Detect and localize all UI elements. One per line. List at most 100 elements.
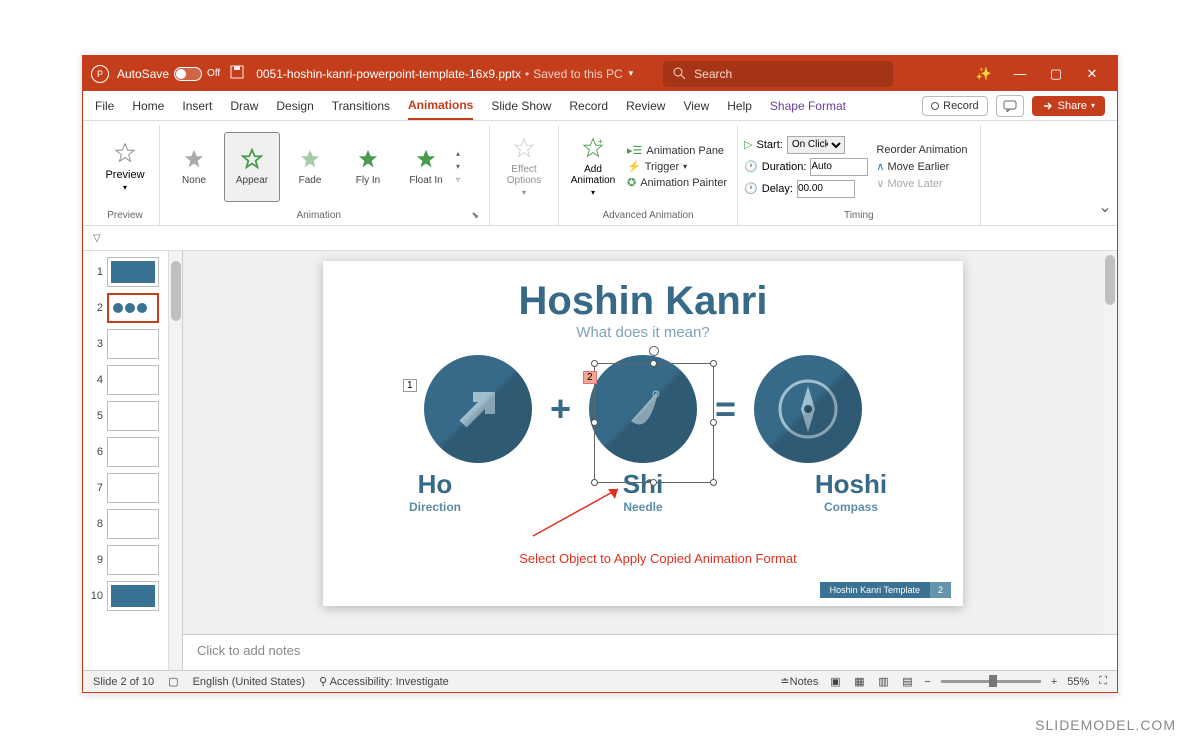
accessibility-indicator[interactable]: ⚲ Accessibility: Investigate <box>319 675 449 688</box>
autosave-toggle[interactable]: AutoSave Off <box>117 67 220 81</box>
move-earlier-button[interactable]: ∧ Move Earlier <box>876 160 967 173</box>
resize-handle[interactable] <box>710 419 717 426</box>
notes-pane[interactable]: Click to add notes <box>183 634 1117 670</box>
normal-view-icon[interactable]: ▣ <box>828 675 842 689</box>
thumb-10[interactable] <box>107 581 159 611</box>
close-button[interactable]: ✕ <box>1075 60 1109 88</box>
tab-file[interactable]: File <box>95 93 114 119</box>
clock-icon: 🕐 <box>744 182 758 195</box>
thumb-6[interactable] <box>107 437 159 467</box>
chevron-down-icon[interactable]: ▾ <box>629 68 634 79</box>
editor-scrollbar[interactable] <box>1103 251 1117 634</box>
autosave-label: AutoSave <box>117 67 169 81</box>
resize-handle[interactable] <box>591 360 598 367</box>
tab-shape-format[interactable]: Shape Format <box>770 93 846 119</box>
resize-handle[interactable] <box>710 479 717 486</box>
anim-appear[interactable]: Appear <box>224 132 280 202</box>
search-box[interactable] <box>663 61 893 87</box>
language-indicator[interactable]: English (United States) <box>193 676 306 688</box>
animation-pane-button[interactable]: ▸☰Animation Pane <box>627 144 727 157</box>
toggle-switch[interactable] <box>174 67 202 81</box>
thumb-4[interactable] <box>107 365 159 395</box>
slide-editor[interactable]: Hoshin Kanri What does it mean? + = <box>183 251 1117 634</box>
collapse-ribbon-icon[interactable]: ⌄ <box>1095 197 1115 221</box>
group-preview-label: Preview <box>97 208 153 225</box>
notes-toggle[interactable]: ≐Notes <box>780 675 818 688</box>
circle-hoshi[interactable] <box>754 355 862 463</box>
anim-none[interactable]: None <box>166 132 222 202</box>
circle-ho[interactable] <box>424 355 532 463</box>
slideshow-view-icon[interactable]: ▤ <box>900 675 914 689</box>
duration-field[interactable]: 🕐Duration: <box>744 158 868 176</box>
fit-button[interactable]: ⛶ <box>1099 675 1107 688</box>
save-icon[interactable] <box>230 65 244 82</box>
annotation-arrow <box>523 481 633 541</box>
bolt-icon: ⚡ <box>627 160 641 173</box>
tab-home[interactable]: Home <box>132 93 164 119</box>
anim-flyin[interactable]: Fly In <box>340 132 396 202</box>
open-book-icon[interactable]: ▢ <box>168 675 178 688</box>
anim-tag-2[interactable]: 2 <box>583 371 597 384</box>
arrow-icon <box>448 379 508 439</box>
tab-draw[interactable]: Draw <box>230 93 258 119</box>
anim-fade[interactable]: Fade <box>282 132 338 202</box>
sorter-view-icon[interactable]: ▦ <box>852 675 866 689</box>
zoom-in-button[interactable]: + <box>1051 676 1057 688</box>
search-icon <box>673 67 686 80</box>
slide-canvas[interactable]: Hoshin Kanri What does it mean? + = <box>323 261 963 606</box>
search-input[interactable] <box>694 67 883 81</box>
maximize-button[interactable]: ▢ <box>1039 60 1073 88</box>
dialog-launcher-icon[interactable]: ⬊ <box>471 210 483 221</box>
delay-field[interactable]: 🕐Delay: <box>744 180 868 198</box>
tab-record[interactable]: Record <box>569 93 608 119</box>
anim-tag-1[interactable]: 1 <box>403 379 417 392</box>
thumb-5[interactable] <box>107 401 159 431</box>
tab-transitions[interactable]: Transitions <box>332 93 390 119</box>
record-button[interactable]: Record <box>922 96 987 116</box>
star-icon <box>415 148 437 173</box>
equals-sign: = <box>715 388 736 430</box>
preview-button[interactable]: Preview▾ <box>97 132 153 202</box>
animation-painter-button[interactable]: ✪Animation Painter <box>627 176 727 189</box>
zoom-slider[interactable] <box>941 680 1041 683</box>
resize-handle[interactable] <box>650 479 657 486</box>
tab-help[interactable]: Help <box>727 93 752 119</box>
thumb-2[interactable] <box>107 293 159 323</box>
rotate-handle[interactable] <box>649 346 659 356</box>
move-later-button: ∨ Move Later <box>876 177 967 190</box>
slide-indicator[interactable]: Slide 2 of 10 <box>93 676 154 688</box>
resize-handle[interactable] <box>591 419 598 426</box>
slide-title: Hoshin Kanri <box>323 279 963 324</box>
selection-box[interactable] <box>594 363 714 483</box>
tab-animations[interactable]: Animations <box>408 92 473 120</box>
thumb-1[interactable] <box>107 257 159 287</box>
resize-handle[interactable] <box>710 360 717 367</box>
comments-button[interactable] <box>996 95 1024 117</box>
anim-floatin[interactable]: Float In <box>398 132 454 202</box>
tab-review[interactable]: Review <box>626 93 665 119</box>
add-animation-button[interactable]: + AddAnimation▾ <box>565 132 621 202</box>
tab-insert[interactable]: Insert <box>182 93 212 119</box>
wand-icon[interactable]: ✨ <box>967 60 1001 88</box>
tab-slideshow[interactable]: Slide Show <box>491 93 551 119</box>
ribbon-tabs: File Home Insert Draw Design Transitions… <box>83 91 1117 121</box>
trigger-button[interactable]: ⚡Trigger▾ <box>627 160 727 173</box>
tab-design[interactable]: Design <box>276 93 313 119</box>
thumb-3[interactable] <box>107 329 159 359</box>
minimize-button[interactable]: — <box>1003 60 1037 88</box>
reading-view-icon[interactable]: ▥ <box>876 675 890 689</box>
thumb-8[interactable] <box>107 509 159 539</box>
thumb-scrollbar[interactable] <box>168 251 182 670</box>
zoom-out-button[interactable]: − <box>924 676 930 688</box>
start-selector[interactable]: ▷Start:On Click <box>744 136 868 154</box>
animation-gallery-expand[interactable]: ▴▾▿ <box>456 149 470 184</box>
thumb-9[interactable] <box>107 545 159 575</box>
zoom-level[interactable]: 55% <box>1067 676 1089 688</box>
pane-icon: ▸☰ <box>627 144 642 157</box>
thumb-7[interactable] <box>107 473 159 503</box>
resize-handle[interactable] <box>650 360 657 367</box>
share-button[interactable]: Share▾ <box>1032 96 1105 116</box>
filename[interactable]: 0051-hoshin-kanri-powerpoint-template-16… <box>256 67 633 81</box>
watermark: SLIDEMODEL.COM <box>1035 717 1176 733</box>
tab-view[interactable]: View <box>683 93 709 119</box>
